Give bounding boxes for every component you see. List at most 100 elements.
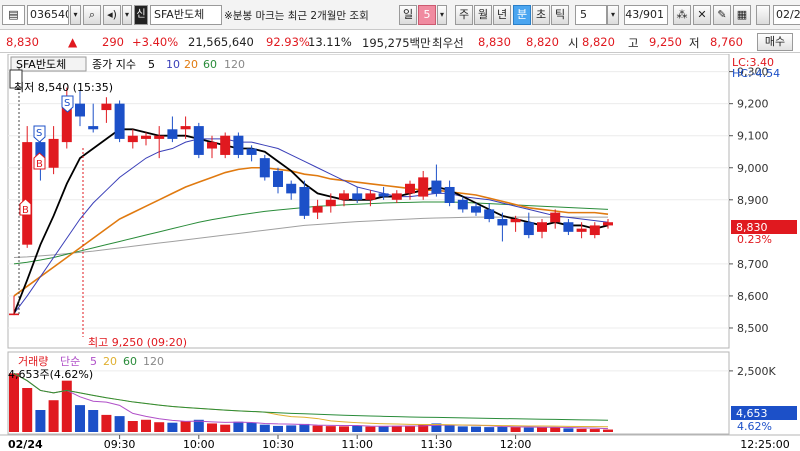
- volume-bar: [101, 414, 112, 432]
- price-tick-label: 9,100: [737, 130, 769, 143]
- volume-bar: [576, 428, 587, 432]
- tab-day[interactable]: 일: [399, 5, 417, 25]
- day-count-dropdown-icon[interactable]: ▾: [437, 5, 447, 25]
- change-percent: +3.40%: [132, 35, 179, 49]
- tab-week[interactable]: 주: [455, 5, 473, 25]
- volume-value-label: 4,653: [736, 407, 768, 420]
- tab-minute[interactable]: 분: [513, 5, 531, 25]
- sound-dropdown-icon[interactable]: ▾: [122, 5, 132, 25]
- candle-down: [193, 126, 204, 155]
- volume-bar: [273, 425, 283, 432]
- candle-up: [312, 206, 323, 213]
- time-tick-label: 12:25:00: [740, 438, 789, 451]
- candle-up: [220, 135, 231, 155]
- turnover-rate: 13.11%: [308, 35, 352, 49]
- candle-up: [154, 135, 165, 139]
- buy-button[interactable]: 매수: [757, 33, 793, 51]
- volume-bar: [233, 421, 244, 432]
- code-dropdown-icon[interactable]: ▾: [70, 5, 81, 25]
- candle-down: [286, 183, 297, 194]
- candle-up: [9, 313, 19, 316]
- grid-icon[interactable]: ▦: [733, 5, 751, 25]
- time-tick-label: 10:00: [183, 438, 215, 451]
- candle-down: [233, 135, 244, 155]
- candle-up: [537, 222, 547, 232]
- volume-bar: [563, 428, 574, 432]
- candle-up: [550, 212, 561, 223]
- date-field[interactable]: 02/2: [773, 5, 800, 25]
- volume-bar: [484, 427, 495, 432]
- candle-up: [603, 222, 613, 226]
- price-tick-label: 8,900: [737, 194, 769, 207]
- tab-year[interactable]: 년: [493, 5, 511, 25]
- tab-month[interactable]: 월: [474, 5, 492, 25]
- trade-amount: 195,275백만: [362, 36, 431, 50]
- candle-down: [563, 222, 574, 232]
- stock-code-input[interactable]: 036540: [27, 5, 69, 25]
- candle-up: [141, 135, 151, 139]
- volume-bar: [207, 423, 217, 432]
- candle-down: [273, 170, 283, 187]
- candle-up: [48, 138, 59, 168]
- menu-icon[interactable]: ▤: [2, 5, 25, 25]
- tab-second[interactable]: 초: [532, 5, 550, 25]
- candle-up: [180, 126, 191, 130]
- best-quote-label: 최우선: [432, 36, 464, 50]
- chart-area[interactable]: SFA반도체 종가 지수 5 10 20 60 120 최저 8,540 (15…: [0, 54, 800, 451]
- candle-down: [246, 148, 257, 155]
- legend-ma-label: 종가 지수: [92, 58, 136, 71]
- volume-legend-type: 단순: [60, 355, 80, 368]
- minute-count-select[interactable]: 5: [575, 5, 607, 25]
- time-tick-label: 11:30: [421, 438, 453, 451]
- up-arrow-icon: ▲: [68, 35, 78, 49]
- stock-name-field[interactable]: SFA반도체: [150, 5, 222, 25]
- volume-bar: [457, 426, 468, 432]
- page-counter: 43/901: [624, 5, 668, 25]
- sound-icon[interactable]: ◂): [103, 5, 121, 25]
- price-tick-label: 8,600: [737, 290, 769, 303]
- volume-bar: [589, 429, 600, 432]
- volume-bar: [48, 400, 59, 432]
- edit-icon[interactable]: ✎: [713, 5, 731, 25]
- price-axis: 9,3009,2009,1009,0008,9008,7008,6008,500: [729, 66, 769, 335]
- volume-legend-20: 20: [103, 355, 117, 368]
- candle-up: [101, 103, 112, 111]
- chart-scale-icon[interactable]: ✕: [693, 5, 711, 25]
- volume-bar: [603, 429, 613, 432]
- open-price: 8,820: [582, 35, 615, 49]
- candle-up: [391, 193, 402, 200]
- volume-bar: [497, 426, 508, 432]
- volume-bar: [312, 425, 323, 432]
- candle-down: [497, 219, 508, 226]
- search-icon[interactable]: ⌕: [83, 5, 101, 25]
- candle-up: [576, 228, 587, 232]
- candle-down: [299, 186, 310, 216]
- price-tick-label: 9,200: [737, 98, 769, 111]
- volume-bar: [22, 388, 33, 432]
- volume-bar: [154, 422, 165, 432]
- volume-bar: [339, 426, 349, 432]
- current-price: 8,830: [6, 35, 39, 49]
- notice-text: ※분봉 마크는 최근 2개월만 조회: [224, 10, 369, 22]
- current-pct-label: 0.23%: [737, 233, 772, 246]
- volume-legend-120: 120: [143, 355, 164, 368]
- price-pane[interactable]: [7, 54, 730, 349]
- date-checkbox[interactable]: [756, 5, 770, 25]
- candle-down: [444, 186, 455, 203]
- tab-tick[interactable]: 틱: [551, 5, 569, 25]
- minute-count-dropdown-icon[interactable]: ▾: [607, 5, 619, 25]
- candle-up: [22, 142, 33, 245]
- network-icon[interactable]: ⁂: [673, 5, 691, 25]
- day-count-field[interactable]: 5: [418, 5, 436, 25]
- candle-down: [352, 193, 363, 200]
- price-tick-label: 8,700: [737, 258, 769, 271]
- candle-down: [88, 126, 99, 130]
- candle-up: [207, 142, 217, 149]
- volume-bar: [141, 419, 151, 432]
- volume-bar: [220, 424, 231, 432]
- volume-bar: [259, 424, 270, 432]
- open-label: 시: [568, 36, 579, 50]
- legend-ma20: 20: [184, 58, 198, 71]
- volume-bar: [391, 425, 402, 432]
- high-note: 최고 9,250 (09:20): [88, 336, 187, 349]
